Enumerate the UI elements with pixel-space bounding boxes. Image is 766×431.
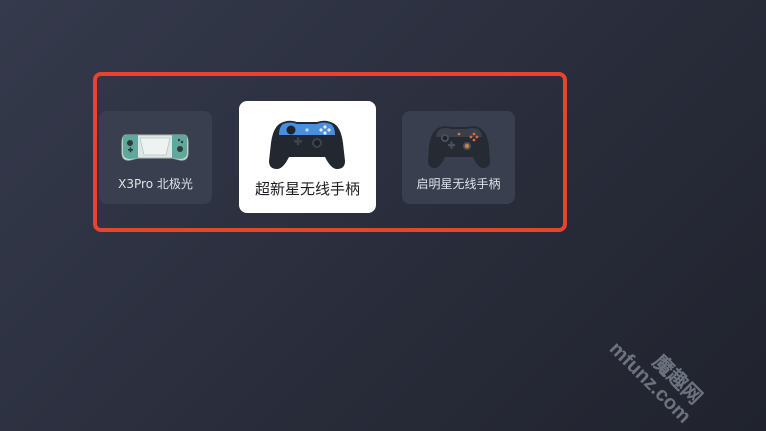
device-card-x3pro[interactable]: X3Pro 北极光 [99, 111, 212, 204]
device-label: 启明星无线手柄 [416, 177, 501, 191]
handheld-console-icon [121, 134, 189, 161]
device-label: X3Pro 北极光 [118, 177, 193, 191]
device-card-qimingxing[interactable]: 启明星无线手柄 [402, 111, 515, 204]
device-card-chaoxinxing[interactable]: 超新星无线手柄 [239, 101, 376, 213]
watermark: 魔趣网 mfunz.com [605, 322, 711, 428]
gamepad-dark-icon [428, 126, 490, 168]
gamepad-blue-icon [269, 120, 345, 169]
device-label: 超新星无线手柄 [254, 180, 360, 198]
